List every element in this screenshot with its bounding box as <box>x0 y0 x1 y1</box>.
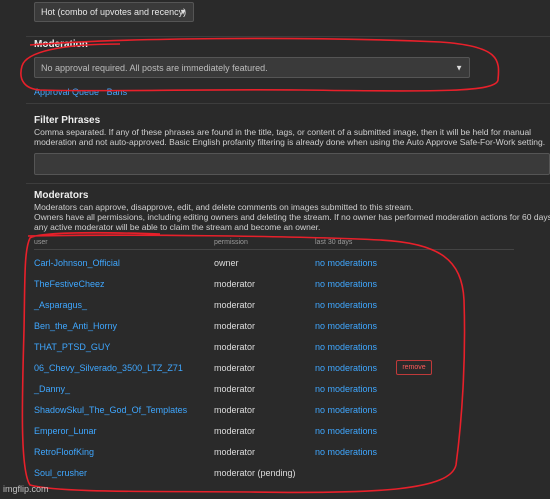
moderator-activity-link[interactable]: no moderations <box>315 258 377 268</box>
moderator-user-link[interactable]: THAT_PTSD_GUY <box>34 342 110 352</box>
filter-phrases-title: Filter Phrases <box>34 115 101 126</box>
moderator-activity-link[interactable]: no moderations <box>315 384 377 394</box>
moderator-permission: moderator <box>214 405 256 415</box>
table-row: 06_Chevy_Silverado_3500_LTZ_Z71 moderato… <box>34 358 514 379</box>
table-row: _Asparagus_ moderator no moderations <box>34 295 514 316</box>
moderator-user-link[interactable]: TheFestiveCheez <box>34 279 105 289</box>
moderators-desc-line2: Owners have all permissions, including e… <box>34 212 550 222</box>
moderators-desc-line3: any active moderator will be able to cla… <box>34 222 321 232</box>
chevron-down-icon: ▼ <box>179 7 187 17</box>
moderator-permission: owner <box>214 258 239 268</box>
moderator-activity-link[interactable]: no moderations <box>315 342 377 352</box>
column-header-user: user <box>34 239 48 246</box>
bans-link[interactable]: Bans <box>107 87 128 97</box>
moderators-title: Moderators <box>34 190 89 201</box>
chevron-down-icon: ▼ <box>455 63 463 72</box>
table-row: THAT_PTSD_GUY moderator no moderations <box>34 337 514 358</box>
moderator-permission: moderator <box>214 279 256 289</box>
moderator-user-link[interactable]: _Danny_ <box>34 384 70 394</box>
moderator-user-link[interactable]: _Asparagus_ <box>34 300 87 310</box>
table-row: Soul_crusher moderator (pending) <box>34 463 514 484</box>
moderator-permission: moderator <box>214 342 256 352</box>
filter-phrases-input[interactable] <box>34 153 550 175</box>
moderator-user-link[interactable]: Ben_the_Anti_Horny <box>34 321 117 331</box>
column-header-last-30-days: last 30 days <box>315 239 353 246</box>
filter-desc-line2: moderation and not auto-approved. Basic … <box>34 137 546 147</box>
moderator-permission: moderator (pending) <box>214 468 296 478</box>
remove-button[interactable]: remove <box>396 360 432 375</box>
moderator-permission: moderator <box>214 300 256 310</box>
moderator-permission: moderator <box>214 321 256 331</box>
moderator-activity-link[interactable]: no moderations <box>315 300 377 310</box>
column-header-permission: permission <box>214 239 248 246</box>
moderator-user-link[interactable]: 06_Chevy_Silverado_3500_LTZ_Z71 <box>34 363 183 373</box>
imgflip-watermark: imgflip.com <box>3 484 49 494</box>
moderator-activity-link[interactable]: no moderations <box>315 279 377 289</box>
table-row: TheFestiveCheez moderator no moderations <box>34 274 514 295</box>
table-row: Carl-Johnson_Official owner no moderatio… <box>34 253 514 274</box>
moderator-user-link[interactable]: RetroFloofKing <box>34 447 94 457</box>
table-row: _Danny_ moderator no moderations <box>34 379 514 400</box>
moderator-permission: moderator <box>214 384 256 394</box>
moderator-activity-link[interactable]: no moderations <box>315 321 377 331</box>
moderator-activity-link[interactable]: no moderations <box>315 426 377 436</box>
table-row: Ben_the_Anti_Horny moderator no moderati… <box>34 316 514 337</box>
moderator-permission: moderator <box>214 363 256 373</box>
sort-select-value: Hot (combo of upvotes and recency) <box>41 7 187 17</box>
moderators-desc-line1: Moderators can approve, disapprove, edit… <box>34 202 414 212</box>
moderation-title: Moderation <box>34 39 88 50</box>
table-row: ShadowSkul_The_God_Of_Templates moderato… <box>34 400 514 421</box>
approval-select[interactable]: No approval required. All posts are imme… <box>34 57 470 78</box>
moderator-user-link[interactable]: Soul_crusher <box>34 468 87 478</box>
approval-queue-link[interactable]: Approval Queue <box>34 87 99 97</box>
moderator-permission: moderator <box>214 426 256 436</box>
moderator-activity-link[interactable]: no moderations <box>315 447 377 457</box>
moderator-user-link[interactable]: ShadowSkul_The_God_Of_Templates <box>34 405 187 415</box>
moderator-activity-link[interactable]: no moderations <box>315 405 377 415</box>
moderator-activity-link[interactable]: no moderations <box>315 363 377 373</box>
approval-select-value: No approval required. All posts are imme… <box>41 62 268 73</box>
filter-desc-line1: Comma separated. If any of these phrases… <box>34 127 532 137</box>
table-row: Emperor_Lunar moderator no moderations <box>34 421 514 442</box>
table-row: RetroFloofKing moderator no moderations <box>34 442 514 463</box>
sort-select[interactable]: Hot (combo of upvotes and recency) ▼ <box>34 2 194 22</box>
moderator-permission: moderator <box>214 447 256 457</box>
moderator-user-link[interactable]: Carl-Johnson_Official <box>34 258 120 268</box>
moderator-user-link[interactable]: Emperor_Lunar <box>34 426 97 436</box>
